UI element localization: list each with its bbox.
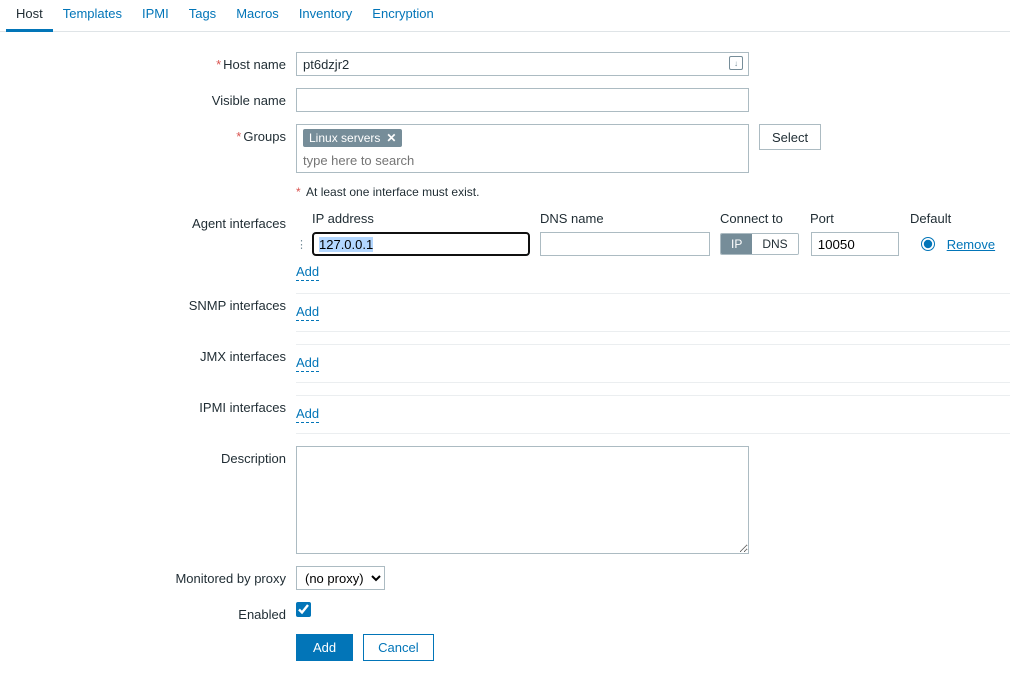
hostname-input[interactable] bbox=[296, 52, 749, 76]
label-hostname: *Host name bbox=[0, 52, 296, 72]
col-port-header: Port bbox=[810, 211, 910, 230]
label-description: Description bbox=[0, 446, 296, 466]
col-default-header: Default bbox=[910, 211, 970, 230]
iface-header-row: IP address DNS name Connect to Port Defa… bbox=[296, 211, 1010, 230]
label-ipmi-interfaces: IPMI interfaces bbox=[0, 395, 296, 415]
interface-hint: * At least one interface must exist. bbox=[296, 185, 479, 199]
host-form: *Host name Visible name *Groups Linux se… bbox=[0, 32, 1010, 693]
label-jmx-interfaces: JMX interfaces bbox=[0, 344, 296, 364]
tab-encryption[interactable]: Encryption bbox=[362, 0, 443, 31]
description-textarea[interactable] bbox=[296, 446, 749, 554]
connect-to-toggle: IP DNS bbox=[720, 233, 799, 255]
label-monitored-by-proxy: Monitored by proxy bbox=[0, 566, 296, 586]
agent-interface-row: IP DNS Remove bbox=[296, 232, 1010, 256]
proxy-select[interactable]: (no proxy) bbox=[296, 566, 385, 590]
jmx-add-link[interactable]: Add bbox=[296, 355, 319, 372]
agent-port-input[interactable] bbox=[811, 232, 899, 256]
add-button[interactable]: Add bbox=[296, 634, 353, 661]
group-tag: Linux servers ✕ bbox=[303, 129, 402, 147]
col-dns-header: DNS name bbox=[540, 211, 720, 230]
tab-inventory[interactable]: Inventory bbox=[289, 0, 362, 31]
label-groups: *Groups bbox=[0, 124, 296, 144]
connect-dns-button[interactable]: DNS bbox=[752, 234, 797, 254]
drag-handle-icon[interactable] bbox=[296, 238, 310, 251]
cancel-button[interactable]: Cancel bbox=[363, 634, 433, 661]
tab-bar: Host Templates IPMI Tags Macros Inventor… bbox=[0, 0, 1010, 32]
label-snmp-interfaces: SNMP interfaces bbox=[0, 293, 296, 313]
group-tag-label: Linux servers bbox=[309, 131, 380, 145]
col-connect-header: Connect to bbox=[720, 211, 810, 230]
tab-host[interactable]: Host bbox=[6, 0, 53, 32]
enabled-checkbox[interactable] bbox=[296, 602, 311, 617]
tab-templates[interactable]: Templates bbox=[53, 0, 132, 31]
label-enabled: Enabled bbox=[0, 602, 296, 622]
connect-ip-button[interactable]: IP bbox=[721, 234, 752, 254]
label-visible-name: Visible name bbox=[0, 88, 296, 108]
tab-ipmi[interactable]: IPMI bbox=[132, 0, 179, 31]
agent-ip-input[interactable] bbox=[312, 232, 530, 256]
agent-add-link[interactable]: Add bbox=[296, 264, 319, 281]
visible-name-input[interactable] bbox=[296, 88, 749, 112]
tab-macros[interactable]: Macros bbox=[226, 0, 289, 31]
agent-default-radio[interactable] bbox=[921, 237, 935, 251]
groups-search-input[interactable] bbox=[297, 149, 748, 172]
ipmi-add-link[interactable]: Add bbox=[296, 406, 319, 423]
tab-tags[interactable]: Tags bbox=[179, 0, 226, 31]
autofill-icon bbox=[729, 56, 743, 70]
group-tag-remove-icon[interactable]: ✕ bbox=[386, 131, 396, 145]
agent-dns-input[interactable] bbox=[540, 232, 710, 256]
groups-multiselect[interactable]: Linux servers ✕ bbox=[296, 124, 749, 173]
snmp-add-link[interactable]: Add bbox=[296, 304, 319, 321]
col-ip-header: IP address bbox=[312, 211, 540, 230]
agent-remove-link[interactable]: Remove bbox=[947, 237, 995, 252]
select-groups-button[interactable]: Select bbox=[759, 124, 821, 150]
label-agent-interfaces: Agent interfaces bbox=[0, 211, 296, 231]
